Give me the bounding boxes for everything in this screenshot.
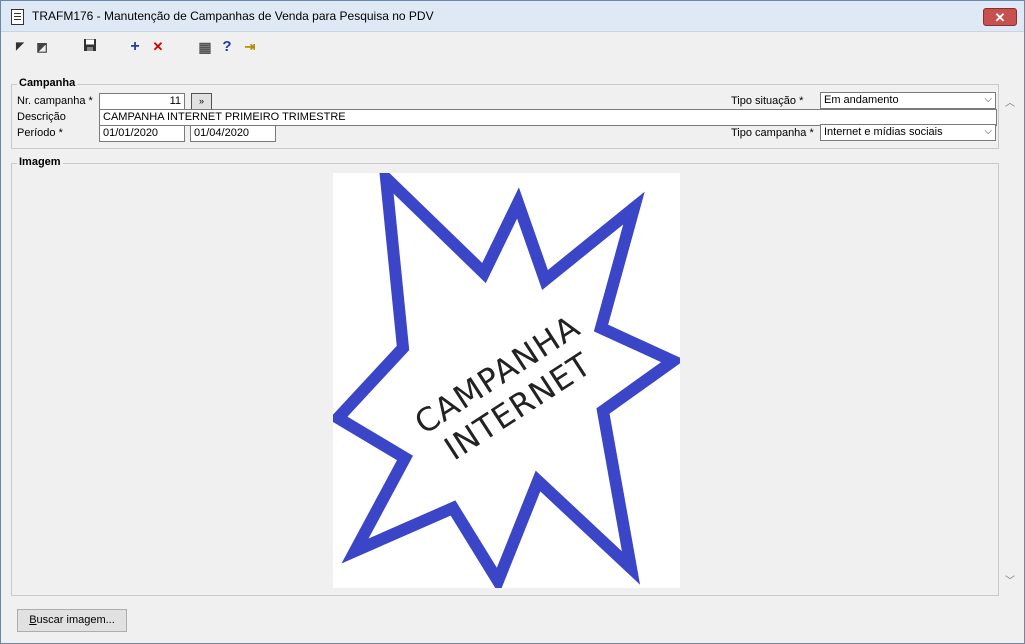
toolbar: ◤ ◩ + ✕ ▦ ? ⇥: [1, 32, 1024, 62]
vertical-scrollbar[interactable]: ︿ ﹀: [1003, 94, 1017, 588]
buscar-imagem-button[interactable]: Buscar imagem...: [17, 609, 127, 632]
chevron-down-icon: ⌵: [984, 94, 992, 105]
main-window: TRAFM176 - Manutenção de Campanhas de Ve…: [0, 0, 1025, 644]
lookup-button[interactable]: »: [191, 93, 212, 110]
descricao-label: Descrição: [17, 111, 66, 123]
campanha-legend: Campanha: [17, 77, 78, 89]
tipo-situacao-label: Tipo situação *: [731, 95, 804, 107]
first-record-icon[interactable]: ◤: [11, 38, 29, 56]
chevron-down-icon: ⌵: [984, 126, 992, 137]
scroll-up-icon[interactable]: ︿: [1003, 94, 1017, 109]
buscar-label: uscar imagem...: [36, 614, 115, 626]
tipo-campanha-select[interactable]: Internet e mídias sociais ⌵: [820, 124, 996, 141]
save-icon-glyph: [84, 39, 96, 51]
imagem-legend: Imagem: [17, 156, 63, 168]
campaign-image: CAMPANHA INTERNET: [328, 162, 685, 595]
tipo-campanha-label: Tipo campanha *: [731, 127, 814, 139]
close-button[interactable]: ✕: [983, 8, 1017, 26]
add-icon[interactable]: +: [126, 38, 144, 56]
nr-campanha-label: Nr. campanha *: [17, 95, 93, 107]
buscar-accel: B: [29, 614, 37, 626]
help-icon[interactable]: ?: [218, 38, 236, 56]
tipo-situacao-value: Em andamento: [824, 94, 899, 106]
tipo-situacao-select[interactable]: Em andamento ⌵: [820, 92, 996, 109]
nr-campanha-input[interactable]: 11: [99, 93, 185, 110]
save-icon[interactable]: [81, 38, 99, 56]
title-bar: TRAFM176 - Manutenção de Campanhas de Ve…: [1, 1, 1024, 32]
exit-icon[interactable]: ⇥: [241, 38, 259, 56]
document-icon: [11, 9, 24, 25]
scroll-down-icon[interactable]: ﹀: [1003, 572, 1017, 587]
starburst-image: CAMPANHA INTERNET: [328, 162, 685, 595]
last-record-icon[interactable]: ◩: [33, 38, 51, 56]
calendar-icon[interactable]: ▦: [196, 38, 214, 56]
tipo-campanha-value: Internet e mídias sociais: [824, 126, 943, 138]
periodo-label: Período *: [17, 127, 63, 139]
periodo-inicio-input[interactable]: 01/01/2020: [99, 125, 185, 142]
periodo-fim-input[interactable]: 01/04/2020: [190, 125, 276, 142]
window-title: TRAFM176 - Manutenção de Campanhas de Ve…: [32, 9, 434, 23]
delete-icon[interactable]: ✕: [149, 38, 167, 56]
